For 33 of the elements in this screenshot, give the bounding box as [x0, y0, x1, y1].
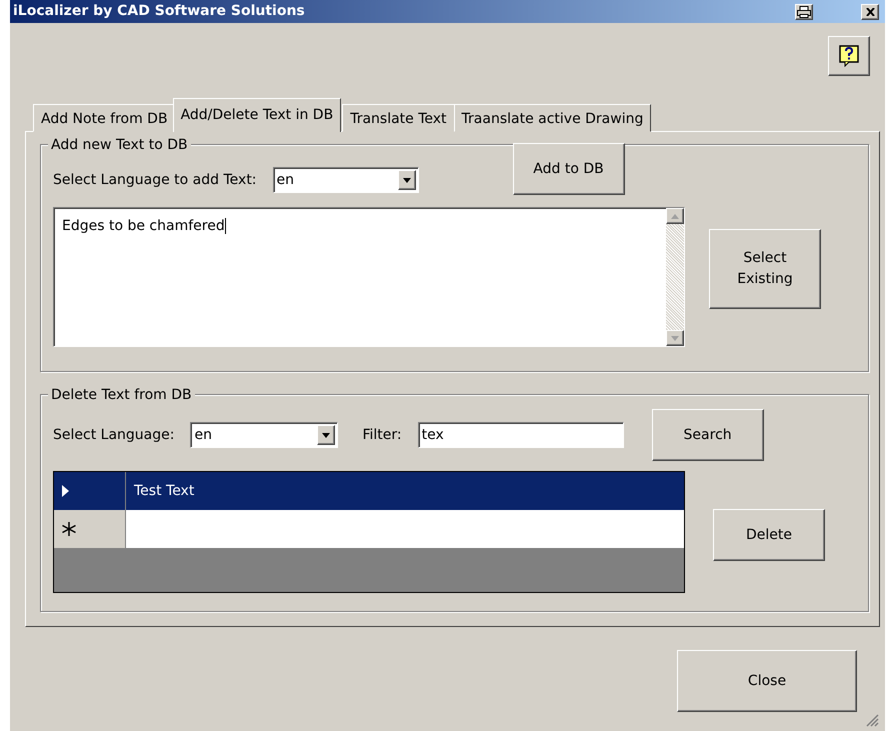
field-label: Select Language to add Text: [53, 170, 257, 190]
tab[interactable]: Add/Delete Text in DB [172, 98, 342, 132]
field-label: Filter: [362, 426, 402, 444]
scrollbar[interactable] [666, 208, 684, 346]
tab[interactable]: Traanslate active Drawing [454, 104, 652, 132]
close-icon [866, 8, 874, 16]
field-label: Select Language: [53, 426, 174, 444]
scroll-down-icon [671, 336, 679, 340]
print-button[interactable] [795, 4, 813, 20]
add-button[interactable]: Add to DB [512, 143, 625, 195]
text-area[interactable]: Edges to be chamfered [53, 207, 685, 347]
printer-icon [797, 6, 811, 18]
asterisk-icon [62, 522, 76, 536]
scroll-up-icon [671, 214, 679, 218]
filter-field[interactable]: tex [418, 422, 624, 448]
delete-button[interactable]: Delete [713, 509, 825, 561]
tab[interactable]: Translate Text [342, 104, 455, 132]
row-pointer-icon [62, 485, 69, 497]
window-title: iLocalizer by CAD Software Solutions [13, 2, 306, 21]
tab[interactable]: Add Note from DB [33, 104, 176, 132]
help-icon [839, 45, 859, 67]
help-button[interactable] [828, 36, 870, 76]
caret-icon [322, 432, 330, 438]
grid-cell-text: Test Text [134, 482, 194, 500]
caret-icon [402, 178, 411, 182]
select-existing-button[interactable]: Select Existing [709, 229, 821, 309]
close-button[interactable]: Close [677, 650, 857, 712]
language-dropdown[interactable]: en [190, 422, 338, 448]
resize-grip-icon [865, 713, 879, 727]
text-value: Edges to be chamfered [62, 218, 226, 234]
search-button[interactable]: Search [652, 409, 764, 461]
close-button[interactable] [861, 4, 879, 20]
language-dropdown[interactable]: en [272, 167, 419, 193]
